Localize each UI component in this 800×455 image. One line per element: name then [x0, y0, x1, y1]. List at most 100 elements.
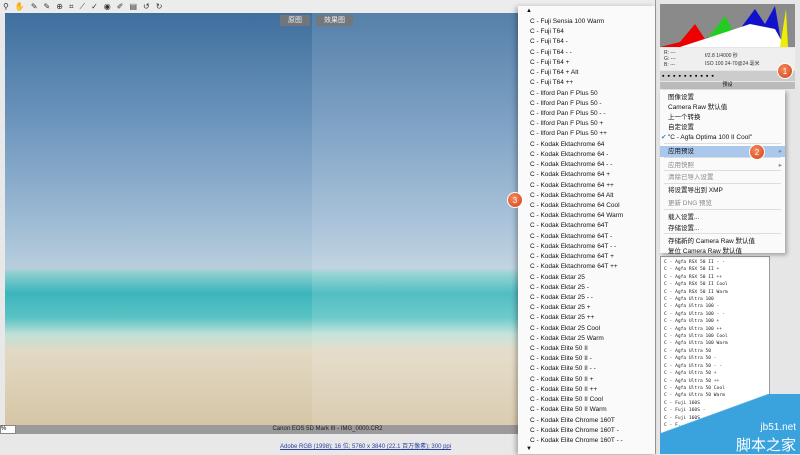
- menu-item[interactable]: 清除已导入设置: [668, 172, 785, 183]
- menu-item[interactable]: "C - Agfa Optima 100 II Cool" ✔: [661, 132, 785, 143]
- submenu-preset-item[interactable]: C - Kodak Ektachrome 64 ++: [530, 181, 614, 191]
- before-button[interactable]: 原图: [280, 15, 310, 26]
- submenu-preset-item[interactable]: C - Kodak Ektachrome 64: [530, 140, 604, 150]
- preset-list-item[interactable]: C - Agfa Ultra 50 Cool: [664, 385, 766, 392]
- rotate-left-icon[interactable]: ↺: [143, 2, 150, 11]
- camera-calibration-tab-icon[interactable]: ▪: [700, 73, 702, 80]
- submenu-preset-item[interactable]: C - Kodak Ektar 25: [530, 273, 585, 283]
- submenu-preset-item[interactable]: C - Ilford Pan F Plus 50 +: [530, 119, 603, 129]
- menu-item[interactable]: 更新 DNG 预览: [668, 198, 785, 209]
- scroll-up-arrow-icon[interactable]: ▲: [526, 8, 532, 14]
- tone-curve-tab-icon[interactable]: ▪: [667, 73, 669, 80]
- submenu-preset-item[interactable]: C - Kodak Elite Chrome 160T: [530, 416, 615, 426]
- submenu-preset-item[interactable]: C - Kodak Elite 50 II +: [530, 375, 593, 385]
- preset-list-item[interactable]: C - Agfa RSX 50 II ++: [664, 274, 766, 281]
- spot-removal-icon[interactable]: ✓: [91, 2, 98, 11]
- submenu-preset-item[interactable]: C - Kodak Ektar 25 +: [530, 303, 591, 313]
- submenu-preset-item[interactable]: C - Kodak Elite 50 II: [530, 344, 588, 354]
- submenu-preset-item[interactable]: C - Kodak Ektachrome 64T ++: [530, 262, 618, 272]
- hsl-tab-icon[interactable]: ▪: [678, 73, 680, 80]
- hand-icon[interactable]: ✋: [15, 2, 25, 11]
- scroll-down-arrow-icon[interactable]: ▼: [526, 446, 532, 452]
- submenu-preset-item[interactable]: C - Ilford Pan F Plus 50: [530, 89, 598, 99]
- submenu-preset-item[interactable]: C - Kodak Ektachrome 64 Warm: [530, 211, 623, 221]
- submenu-preset-item[interactable]: C - Kodak Ektachrome 64T - -: [530, 242, 616, 252]
- submenu-preset-item[interactable]: C - Kodak Elite 50 II ++: [530, 385, 597, 395]
- menu-divider: [664, 209, 781, 210]
- submenu-preset-item[interactable]: C - Fuji T64 + Alt: [530, 68, 578, 78]
- preset-list-item[interactable]: C - Agfa Ultra 100 Cool: [664, 333, 766, 340]
- submenu-preset-item[interactable]: C - Kodak Ektachrome 64 +: [530, 170, 610, 180]
- submenu-preset-item[interactable]: C - Kodak Ektar 25 Warm: [530, 334, 604, 344]
- detail-tab-icon[interactable]: ▪: [673, 73, 675, 80]
- submenu-preset-item[interactable]: C - Kodak Ektachrome 64 -: [530, 150, 608, 160]
- submenu-preset-item[interactable]: C - Fuji T64 ++: [530, 78, 573, 88]
- color-sampler-icon[interactable]: ✎: [44, 2, 51, 11]
- submenu-preset-item[interactable]: C - Kodak Elite 50 II -: [530, 354, 592, 364]
- preset-list-item[interactable]: C - Agfa Ultra 50: [664, 348, 766, 355]
- submenu-preset-item[interactable]: C - Kodak Ektar 25 ++: [530, 313, 594, 323]
- menu-item[interactable]: 载入设置...: [668, 212, 785, 223]
- basic-tab-icon[interactable]: ▪: [662, 73, 664, 80]
- lens-tab-icon[interactable]: ▪: [689, 73, 691, 80]
- preset-list-item[interactable]: C - Agfa Ultra 100 -: [664, 303, 766, 310]
- menu-item-label: 自定设置: [668, 124, 694, 131]
- preset-list-item[interactable]: C - Agfa RSX 50 II Cool: [664, 281, 766, 288]
- snapshots-tab-icon[interactable]: ▪: [711, 73, 713, 80]
- submenu-preset-item[interactable]: C - Kodak Ektachrome 64 Cool: [530, 201, 620, 211]
- adjustment-brush-icon[interactable]: ✐: [117, 2, 124, 11]
- submenu-preset-item[interactable]: C - Kodak Elite 50 II Cool: [530, 395, 603, 405]
- crop-icon[interactable]: ⌗: [69, 2, 74, 12]
- submenu-preset-item[interactable]: C - Kodak Elite Chrome 160T - -: [530, 436, 623, 446]
- submenu-preset-item[interactable]: C - Kodak Ektar 25 Cool: [530, 324, 600, 334]
- preset-list-item[interactable]: C - Agfa Ultra 100 - -: [664, 311, 766, 318]
- submenu-preset-item[interactable]: C - Ilford Pan F Plus 50 - -: [530, 109, 606, 119]
- submenu-preset-item[interactable]: C - Kodak Ektachrome 64T: [530, 221, 608, 231]
- workflow-options-link[interactable]: Adobe RGB (1998); 16 位; 5760 x 3840 (22.…: [280, 441, 451, 450]
- after-button[interactable]: 效果图: [316, 15, 353, 26]
- red-eye-icon[interactable]: ◉: [104, 2, 111, 11]
- preset-list-item[interactable]: C - Agfa Ultra 50 +: [664, 370, 766, 377]
- submenu-preset-item[interactable]: C - Kodak Ektachrome 64T -: [530, 232, 612, 242]
- submenu-preset-item[interactable]: C - Fuji T64: [530, 27, 564, 37]
- submenu-preset-item[interactable]: C - Kodak Elite 50 II Warm: [530, 405, 607, 415]
- rotate-right-icon[interactable]: ↻: [156, 2, 163, 11]
- submenu-preset-item[interactable]: C - Kodak Elite 50 II - -: [530, 364, 596, 374]
- zoom-select[interactable]: %: [0, 425, 16, 434]
- split-toning-tab-icon[interactable]: ▪: [684, 73, 686, 80]
- submenu-preset-item[interactable]: C - Kodak Elite Chrome 160T -: [530, 426, 619, 436]
- menu-item[interactable]: 将设置导出到 XMP: [668, 185, 785, 196]
- preset-list-item[interactable]: C - Agfa Ultra 50 ++: [664, 378, 766, 385]
- preset-list-item[interactable]: C - Agfa RSX 50 II Warm: [664, 289, 766, 296]
- submenu-preset-item[interactable]: C - Fuji Sensia 100 Warm: [530, 17, 604, 27]
- submenu-preset-item[interactable]: C - Fuji T64 -: [530, 37, 568, 47]
- preset-list-item[interactable]: C - Agfa RSX 50 II +: [664, 266, 766, 273]
- submenu-preset-item[interactable]: C - Kodak Ektar 25 -: [530, 283, 589, 293]
- graduated-filter-icon[interactable]: ▤: [129, 2, 137, 11]
- submenu-preset-item[interactable]: C - Kodak Ektachrome 64 - -: [530, 160, 612, 170]
- zoom-icon[interactable]: ⚲: [3, 2, 9, 11]
- straighten-icon[interactable]: ⟋: [79, 2, 85, 12]
- submenu-preset-item[interactable]: C - Ilford Pan F Plus 50 ++: [530, 129, 607, 139]
- fx-tab-icon[interactable]: ▪: [695, 73, 697, 80]
- preset-list-item[interactable]: C - Agfa Ultra 50 - -: [664, 363, 766, 370]
- submenu-preset-item[interactable]: C - Kodak Ektachrome 64T +: [530, 252, 614, 262]
- presets-tab-icon[interactable]: ▪: [706, 73, 708, 80]
- submenu-preset-item[interactable]: C - Kodak Ektachrome 64 Alt: [530, 191, 613, 201]
- menu-item[interactable]: 复位 Camera Raw 默认值: [668, 246, 785, 257]
- menu-item-label: 复位 Camera Raw 默认值: [668, 248, 743, 255]
- preset-list-item[interactable]: C - Agfa Ultra 50 -: [664, 355, 766, 362]
- submenu-preset-item[interactable]: C - Fuji T64 +: [530, 58, 569, 68]
- menu-item[interactable]: 应用预设 ▸: [660, 146, 785, 157]
- preset-list-item[interactable]: C - Agfa Ultra 100 +: [664, 318, 766, 325]
- preset-list-item[interactable]: C - Agfa Ultra 100 ++: [664, 326, 766, 333]
- preset-list-item[interactable]: C - Agfa Ultra 100 Warm: [664, 340, 766, 347]
- menu-item-label: 载入设置...: [668, 214, 700, 221]
- submenu-preset-item[interactable]: C - Ilford Pan F Plus 50 -: [530, 99, 602, 109]
- white-balance-icon[interactable]: ✎: [31, 2, 38, 11]
- target-adjust-icon[interactable]: ⊕: [56, 2, 63, 11]
- submenu-preset-item[interactable]: C - Kodak Ektar 25 - -: [530, 293, 593, 303]
- preset-list-item[interactable]: C - Agfa RSX 50 II - -: [664, 259, 766, 266]
- submenu-preset-item[interactable]: C - Fuji T64 - -: [530, 48, 572, 58]
- preset-list-item[interactable]: C - Agfa Ultra 100: [664, 296, 766, 303]
